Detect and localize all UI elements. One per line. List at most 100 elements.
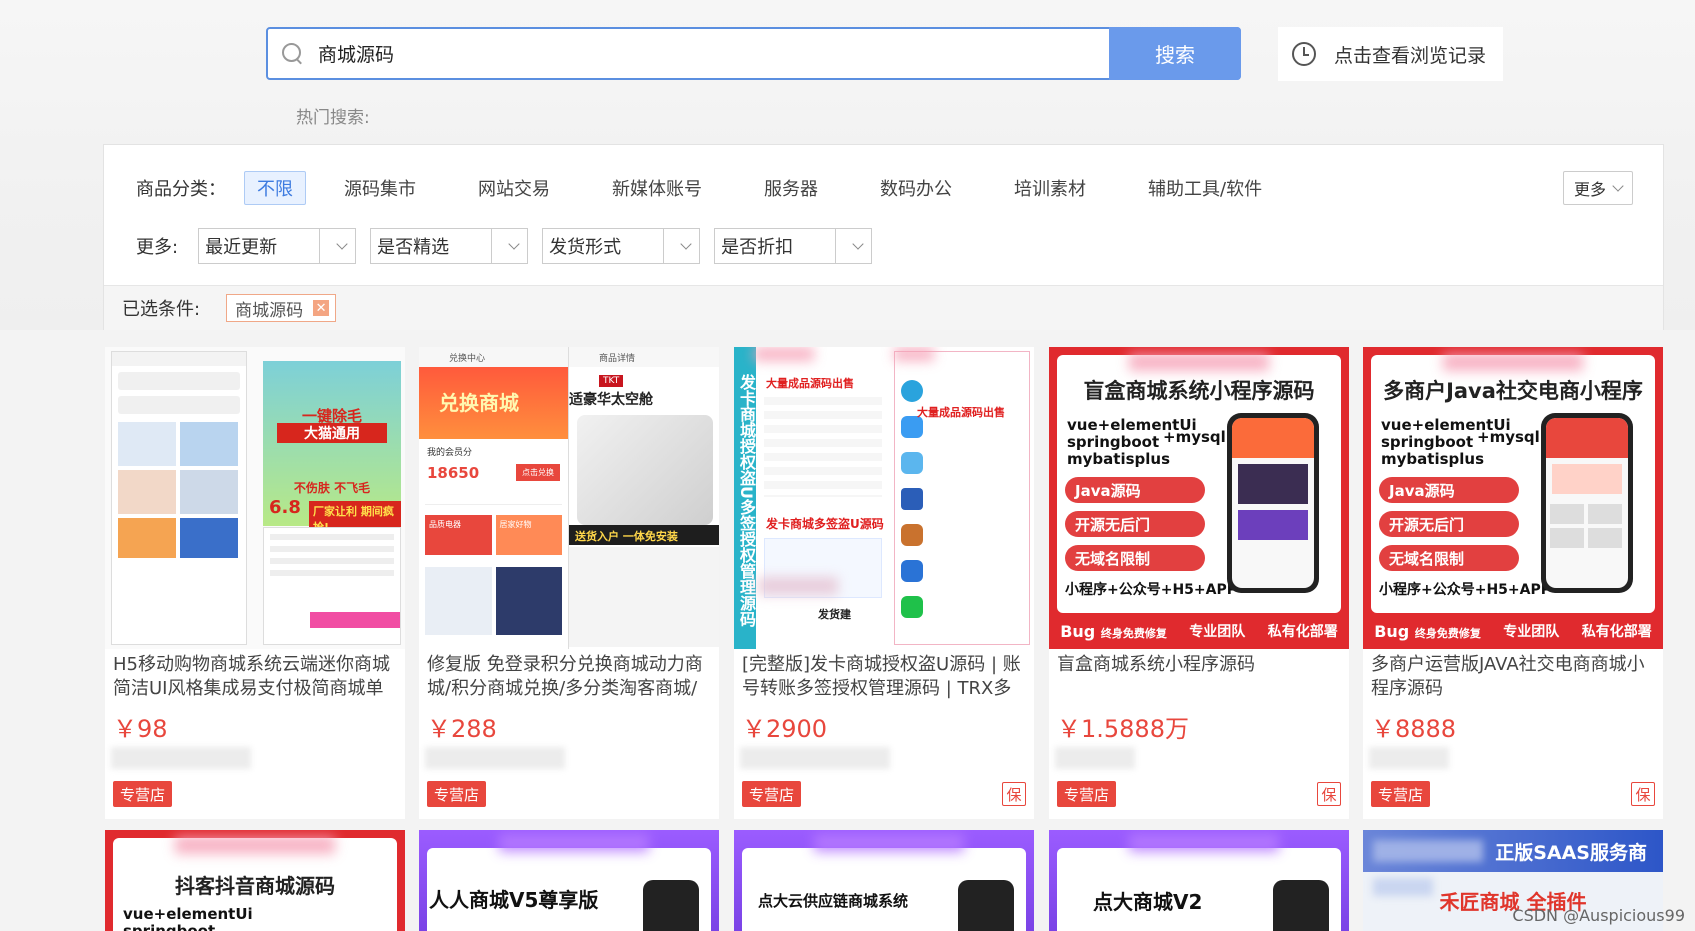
search-input[interactable] [304,29,1109,78]
bug-sub: 终身免费修复 [1414,626,1481,640]
search-bar: 搜索 [266,27,1241,80]
product-price: ￥1.5888万 [1057,715,1189,743]
chevron-down-icon [335,238,348,250]
search-icon [282,42,304,65]
product-card[interactable]: 点大商城V2 [1049,830,1349,931]
product-price: ￥8888 [1371,715,1457,743]
poster-heading: 盲盒商城系统小程序源码 [1083,379,1315,403]
product-card[interactable]: 点大云供应链商城系统 [734,830,1034,931]
history-button[interactable]: 点击查看浏览记录 [1278,27,1503,81]
watermark: CSDN @Auspicious99 [1512,906,1685,925]
shop-badge: 专营店 [742,781,802,807]
selected-tag: 商城源码 ✕ [226,294,337,322]
feature-pill: 开源无后门 [1075,515,1151,534]
category-row: 商品分类： 不限 源码集市 网站交易 新媒体账号 服务器 数码办公 培训素材 辅… [104,171,1312,205]
seller-info [111,747,251,769]
filter-panel: 商品分类： 不限 源码集市 网站交易 新媒体账号 服务器 数码办公 培训素材 辅… [103,144,1664,330]
member-points-label: 我的会员分 [427,448,473,458]
selected-label: 已选条件: [122,299,201,320]
product-price: ￥288 [427,715,497,743]
more-filters-row: 更多: 最近更新 是否精选 发货形式 是否折扣 [104,228,886,264]
guarantee-badge: 保 [1631,782,1655,806]
brand-label: TKT [603,376,620,386]
bug-label: Bug [1060,621,1096,641]
category-media-account[interactable]: 新媒体账号 [600,171,714,205]
shop-badge: 专营店 [113,781,173,807]
chevron-down-icon [507,238,520,250]
sale-banner: 发货建 [818,608,851,621]
bug-sub: 终身免费修复 [1100,626,1167,640]
product-title[interactable]: 修复版 免登录积分兑换商城动力商城/积分商城兑换/多分类淘客商城/订 [427,653,713,701]
private-label: 私有化部署 [1267,624,1338,640]
product-card[interactable]: 多商户Java社交电商小程序 vue+elementUi springboot … [1363,347,1663,819]
close-icon[interactable]: ✕ [313,300,330,316]
product-price: ￥2900 [742,715,828,743]
poster-heading: 点大商城V2 [1093,890,1203,914]
hot-search-label: 热门搜索: [296,108,370,128]
sale-banner: 发卡商城多签盗U源码 [766,517,884,531]
category-digital-office[interactable]: 数码办公 [868,171,964,205]
seller-info [1055,747,1135,769]
platform-line: 小程序+公众号+H5+APP [1065,582,1238,598]
product-title[interactable]: 多商户运营版JAVA社交电商商城小程序源码 [1371,653,1657,701]
product-image: 多商户Java社交电商小程序 vue+elementUi springboot … [1363,347,1663,649]
category-label: 商品分类： [136,179,226,200]
sort-select-value: 最近更新 [205,237,278,258]
product-card[interactable]: 兑换中心 兑换商城 我的会员分 18650 点击兑换 品质电器 居家好物 商品详… [419,347,719,819]
screen-title: 商品详情 [599,354,636,364]
product-image: 盲盒商城系统小程序源码 vue+elementUi springboot +my… [1049,347,1349,649]
banner-text: 正版SAAS服务商 [1495,842,1647,864]
shop-badge: 专营店 [1057,781,1117,807]
more-categories-button[interactable]: 更多 [1563,171,1633,205]
category-tools[interactable]: 辅助工具/软件 [1136,171,1274,205]
category-website-trade[interactable]: 网站交易 [466,171,562,205]
poster-heading: 多商户Java社交电商小程序 [1383,379,1643,403]
product-card[interactable]: 一键除毛 大猫通用 不伤肤 不飞毛 6.8 厂家让利 期间疯抢! H5移动购物商… [105,347,405,819]
bug-label: Bug [1374,621,1410,641]
product-image: 兑换中心 兑换商城 我的会员分 18650 点击兑换 品质电器 居家好物 商品详… [419,347,719,649]
product-title[interactable]: 盲盒商城系统小程序源码 [1057,653,1343,701]
tech-line: +mysql [1477,428,1540,446]
more-filters-label: 更多: [136,237,179,258]
product-image: 一键除毛 大猫通用 不伤肤 不飞毛 6.8 厂家让利 期间疯抢! [105,347,405,649]
feature-pill: 开源无后门 [1389,515,1465,534]
delivery-select[interactable]: 发货形式 [542,228,701,264]
search-button[interactable]: 搜索 [1109,27,1241,80]
category-tile: 品质电器 [429,520,461,529]
tech-line: springboot [123,922,216,931]
team-label: 专业团队 [1503,624,1560,640]
product-card[interactable]: 抖客抖音商城源码 vue+elementUi springboot [105,830,405,931]
product-title[interactable]: H5移动购物商城系统云端迷你商城简洁UI风格集成易支付极简商城单商 [113,653,399,701]
banner-text: 兑换商城 [439,391,519,415]
team-label: 专业团队 [1189,624,1246,640]
selected-conditions: 已选条件: 商城源码 ✕ [104,285,1663,330]
category-tile: 居家好物 [499,520,532,529]
sort-select[interactable]: 最近更新 [198,228,357,264]
shop-badge: 专营店 [427,781,487,807]
category-server[interactable]: 服务器 [752,171,830,205]
product-card[interactable]: 发卡商城授权盗U多签授权管理源码 大量成品源码出售 发卡商城多签盗U源码 发货建… [734,347,1034,819]
product-image: 发卡商城授权盗U多签授权管理源码 大量成品源码出售 发卡商城多签盗U源码 发货建… [734,347,1034,649]
feature-pill: Java源码 [1075,481,1141,500]
category-training[interactable]: 培训素材 [1002,171,1098,205]
product-card[interactable]: 盲盒商城系统小程序源码 vue+elementUi springboot +my… [1049,347,1349,819]
clock-icon [1292,42,1316,66]
category-source-market[interactable]: 源码集市 [332,171,428,205]
poster-heading: 人人商城V5尊享版 [429,888,599,912]
product-card[interactable]: 人人商城V5尊享版 [419,830,719,931]
discount-select[interactable]: 是否折扣 [714,228,873,264]
category-all[interactable]: 不限 [244,171,306,205]
featured-select[interactable]: 是否精选 [370,228,529,264]
tech-line: mybatisplus [1381,450,1484,468]
chevron-down-icon [1612,180,1624,192]
poster-heading: 点大云供应链商城系统 [758,892,909,910]
product-title[interactable]: [完整版]发卡商城授权盗U源码 | 账号转账多签授权管理源码 | TRX多重签 [742,653,1028,701]
sale-banner: 大量成品源码出售 [917,406,1005,419]
chevron-down-icon [679,238,692,250]
seller-info [1369,747,1449,769]
shop-badge: 专营店 [1371,781,1431,807]
product-slogan: 适豪华太空舱 [569,392,653,408]
discount-select-value: 是否折扣 [721,237,794,258]
promo-text: 不伤肤 不飞毛 [293,481,371,495]
private-label: 私有化部署 [1581,624,1652,640]
